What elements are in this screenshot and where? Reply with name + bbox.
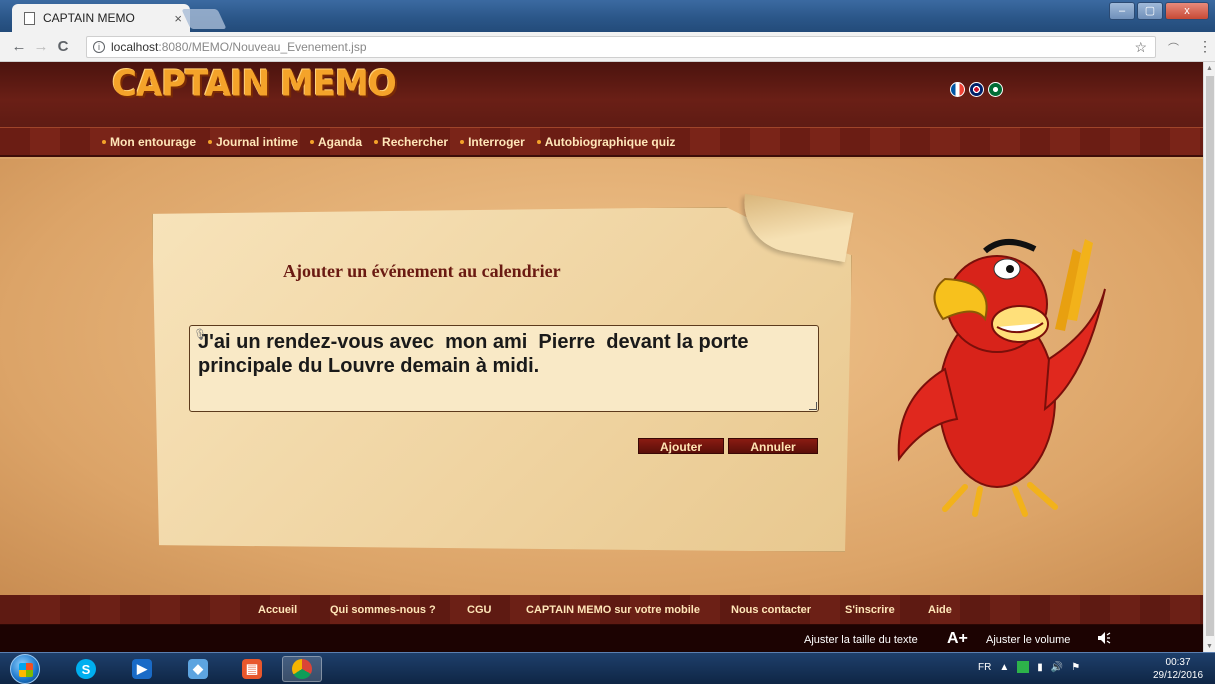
tab-title: CAPTAIN MEMO [43, 11, 135, 25]
scroll-down-icon[interactable]: ▼ [1206, 643, 1213, 650]
windows-taskbar: S ▶ ◆ ▤ FR ▲ ▮ 🔊 ⚑ 00:37 29/12/2016 [0, 652, 1215, 684]
site-logo[interactable]: CAPTAIN MEMO [112, 63, 397, 105]
nav-item-journal-intime[interactable]: Journal intime [208, 135, 298, 149]
footer-link-contact[interactable]: Nous contacter [731, 604, 811, 616]
media-player-icon: ▶ [132, 659, 152, 679]
document-icon [24, 11, 35, 25]
tab-close-icon[interactable]: × [174, 11, 182, 26]
tray-expand-icon[interactable]: ▲ [999, 662, 1009, 673]
main-content: Ajouter un événement au calendrier 🎙 Ajo… [0, 159, 1203, 595]
url-host: localhost [111, 40, 159, 54]
bookmark-star-icon[interactable]: ☆ [1134, 39, 1147, 56]
page-viewport: CAPTAIN MEMO Mon entourage Journal intim… [0, 62, 1203, 652]
office-icon: ▤ [242, 659, 262, 679]
event-text-input[interactable] [189, 325, 819, 412]
volume-label[interactable]: Ajuster le volume [986, 634, 1070, 646]
extension-icon[interactable]: ⌒ [1168, 40, 1179, 56]
taskbar-office[interactable]: ▤ [232, 656, 272, 682]
nav-item-rechercher[interactable]: Rechercher [374, 135, 448, 149]
action-center-flag-icon[interactable]: ⚑ [1071, 662, 1080, 673]
page-scrollbar[interactable]: ▲ ▼ [1203, 62, 1215, 652]
taskbar-chrome[interactable] [282, 656, 322, 682]
site-footer: Accueil Qui sommes-nous ? CGU CAPTAIN ME… [0, 595, 1203, 652]
taskbar-virtualbox[interactable]: ◆ [178, 656, 218, 682]
browser-titlebar: CAPTAIN MEMO × – ▢ x [0, 0, 1215, 32]
virtualbox-icon: ◆ [188, 659, 208, 679]
windows-logo-icon [19, 663, 33, 677]
main-nav: Mon entourage Journal intime Aganda Rech… [0, 127, 1203, 157]
clock-time: 00:37 [1165, 657, 1191, 668]
nav-item-autobiographique-quiz[interactable]: Autobiographique quiz [536, 135, 675, 149]
language-indicator[interactable]: FR [978, 662, 991, 673]
chrome-menu-icon[interactable]: ⋮ [1198, 38, 1212, 55]
text-size-label[interactable]: Ajuster la taille du texte [804, 634, 918, 646]
chrome-icon [292, 659, 312, 679]
back-icon[interactable]: ← [8, 38, 30, 55]
nav-item-aganda[interactable]: Aganda [310, 135, 362, 149]
start-button[interactable] [10, 654, 40, 684]
footer-link-mobile[interactable]: CAPTAIN MEMO sur votre mobile [526, 604, 700, 616]
tray-app-icon[interactable] [1017, 661, 1030, 673]
footer-link-aide[interactable]: Aide [928, 604, 952, 616]
reload-icon[interactable]: C [52, 38, 74, 55]
speaker-icon[interactable] [1097, 631, 1111, 645]
volume-tray-icon[interactable]: 🔊 [1051, 662, 1063, 673]
footer-link-sinscrire[interactable]: S'inscrire [845, 604, 895, 616]
system-clock[interactable]: 00:37 29/12/2016 [1153, 656, 1203, 682]
language-selector [950, 82, 1003, 97]
nav-item-mon-entourage[interactable]: Mon entourage [102, 135, 196, 149]
forward-icon[interactable]: → [30, 38, 52, 55]
url-path: :8080/MEMO/Nouveau_Evenement.jsp [158, 40, 367, 54]
maximize-button[interactable]: ▢ [1137, 2, 1163, 20]
resize-handle[interactable] [809, 402, 817, 410]
microphone-icon[interactable]: 🎙 [193, 328, 207, 341]
cancel-button[interactable]: Annuler [728, 438, 818, 454]
skype-icon: S [76, 659, 96, 679]
footer-link-cgu[interactable]: CGU [467, 604, 491, 616]
network-icon[interactable]: ▮ [1037, 662, 1043, 673]
footer-link-accueil[interactable]: Accueil [258, 604, 297, 616]
taskbar-media-player[interactable]: ▶ [122, 656, 162, 682]
add-button[interactable]: Ajouter [638, 438, 724, 454]
clock-date: 29/12/2016 [1153, 670, 1204, 681]
window-controls: – ▢ x [1109, 2, 1209, 20]
browser-toolbar: ← → C i localhost:8080/MEMO/Nouveau_Even… [0, 32, 1215, 62]
system-tray: FR ▲ ▮ 🔊 ⚑ [978, 661, 1080, 673]
scroll-up-icon[interactable]: ▲ [1206, 65, 1213, 72]
footer-links: Accueil Qui sommes-nous ? CGU CAPTAIN ME… [0, 595, 1203, 625]
address-bar[interactable]: i localhost:8080/MEMO/Nouveau_Evenement.… [86, 36, 1156, 58]
footer-link-qui-sommes-nous[interactable]: Qui sommes-nous ? [330, 604, 436, 616]
taskbar-skype[interactable]: S [66, 656, 106, 682]
scrollbar-thumb[interactable] [1206, 76, 1214, 636]
accessibility-bar: Ajuster la taille du texte A+ Ajuster le… [0, 625, 1203, 652]
close-window-button[interactable]: x [1165, 2, 1209, 20]
form-title: Ajouter un événement au calendrier [283, 261, 561, 281]
arabic-flag-icon[interactable] [988, 82, 1003, 97]
info-icon[interactable]: i [93, 41, 105, 53]
nav-item-interroger[interactable]: Interroger [460, 135, 525, 149]
french-flag-icon[interactable] [950, 82, 965, 97]
browser-tab[interactable]: CAPTAIN MEMO × [12, 4, 190, 32]
site-header: CAPTAIN MEMO Mon entourage Journal intim… [0, 62, 1203, 157]
text-size-increase-icon[interactable]: A+ [947, 630, 968, 648]
minimize-button[interactable]: – [1109, 2, 1135, 20]
parrot-mascot [897, 239, 1106, 517]
english-flag-icon[interactable] [969, 82, 984, 97]
